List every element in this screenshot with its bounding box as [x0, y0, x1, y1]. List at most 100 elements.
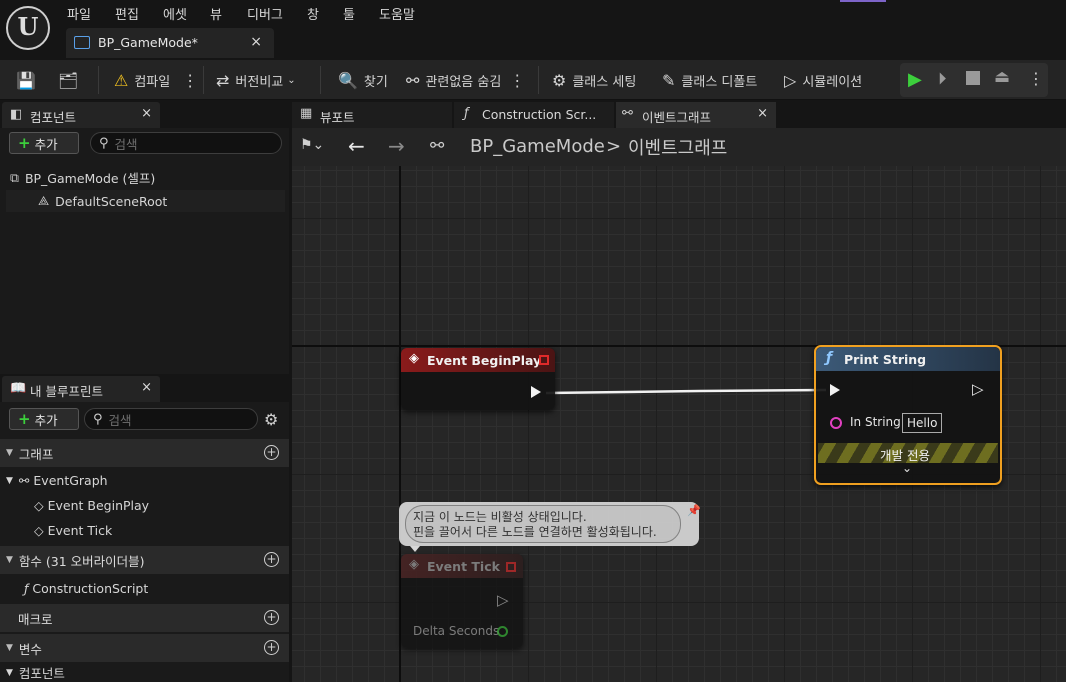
tab-construction-script[interactable]: ƒ Construction Scr...: [454, 102, 614, 128]
add-component-button[interactable]: + 추가: [9, 132, 79, 154]
tab-event-graph[interactable]: ⚯ 이벤트그래프 ×: [616, 102, 776, 128]
event-graph-canvas[interactable]: ◈ Event BeginPlay ƒ Print String ▷ In St…: [292, 166, 1066, 682]
add-label: 추가: [34, 136, 58, 152]
tree-item-begin-play[interactable]: ◇ Event BeginPlay: [34, 498, 149, 513]
more-icon[interactable]: ⋮: [182, 71, 198, 90]
add-button[interactable]: + 추가: [9, 408, 79, 430]
save-button[interactable]: 💾: [16, 60, 42, 100]
float-pin-icon[interactable]: [497, 626, 508, 637]
event-diamond-icon: ◇: [34, 523, 44, 538]
diff-icon: ⇄: [216, 70, 230, 90]
section-label: 컴포넌트: [18, 666, 65, 681]
hide-unrelated-button[interactable]: ⚯ 관련없음 숨김 ⋮: [406, 60, 525, 100]
section-functions[interactable]: ▼ 함수 (31 오버라이더블) +: [0, 546, 289, 574]
breadcrumb-asset[interactable]: BP_GameMode: [470, 136, 605, 157]
close-icon[interactable]: ×: [141, 106, 152, 121]
inactive-node-comment: 지금 이 노드는 비활성 상태입니다. 핀을 끌어서 다른 노드를 연결하면 활…: [399, 502, 701, 546]
tree-item-self[interactable]: ⧉ BP_GameMode (셀프): [10, 168, 155, 187]
compile-label: 컴파일: [134, 74, 171, 90]
tree-item-construction-script[interactable]: ƒ ConstructionScript: [24, 581, 148, 596]
menu-edit[interactable]: 편집: [115, 4, 139, 23]
comment-tail: [410, 546, 420, 552]
breadcrumb-graph[interactable]: 이벤트그래프: [628, 134, 727, 160]
stop-icon[interactable]: [966, 71, 980, 85]
menu-window[interactable]: 창: [307, 4, 319, 23]
toolbar-divider: [320, 66, 321, 94]
node-header: ◈ Event Tick: [401, 554, 523, 578]
tree-item-event-graph[interactable]: ▼ ⚯ EventGraph: [6, 473, 108, 488]
search-icon: ⚲: [93, 411, 103, 427]
gear-icon[interactable]: ⚙: [264, 410, 278, 429]
tree-item-default-scene-root[interactable]: ⟁ DefaultSceneRoot: [6, 190, 285, 212]
menu-help[interactable]: 도움말: [379, 4, 415, 23]
tree-item-tick[interactable]: ◇ Event Tick: [34, 523, 112, 538]
in-string-input[interactable]: Hello: [902, 413, 943, 433]
menu-asset[interactable]: 에셋: [163, 4, 187, 23]
close-icon[interactable]: ×: [757, 106, 768, 121]
unreal-logo-icon[interactable]: U: [6, 6, 50, 50]
find-button[interactable]: 🔍 찾기: [338, 60, 388, 100]
section-components[interactable]: ▼ 컴포넌트: [6, 663, 65, 682]
menu-file[interactable]: 파일: [67, 4, 91, 23]
back-arrow-icon[interactable]: ←: [348, 134, 365, 158]
tree-item-label: DefaultSceneRoot: [55, 193, 168, 209]
more-icon[interactable]: ⋮: [509, 71, 525, 90]
add-circle-icon[interactable]: +: [264, 445, 279, 460]
menu-bar: U 파일 편집 에셋 뷰 디버그 창 툴 도움말 BP_GameMode* ×: [0, 0, 1066, 60]
event-diamond-icon: ◈: [409, 557, 419, 572]
graph-icon: ⚯: [18, 473, 30, 488]
menu-tools[interactable]: 툴: [343, 4, 355, 23]
class-settings-label: 클래스 세팅: [572, 74, 637, 90]
tab-viewport[interactable]: ▦ 뷰포트: [292, 102, 452, 128]
tab-my-blueprint[interactable]: 📖 내 블루프린트 ×: [2, 376, 160, 402]
pin-icon[interactable]: 📌: [687, 504, 701, 517]
simulation-icon: ▷: [784, 70, 797, 90]
close-icon[interactable]: ×: [141, 380, 152, 395]
exec-out-pin-icon[interactable]: ▷: [497, 591, 509, 609]
event-diamond-icon: ◈: [409, 351, 419, 366]
document-tab-title: BP_GameMode*: [98, 35, 198, 50]
eject-icon[interactable]: ⏏: [994, 67, 1010, 87]
diff-button[interactable]: ⇄ 버전비교 ⌄: [216, 60, 296, 100]
class-settings-button[interactable]: ⚙ 클래스 세팅: [552, 60, 636, 100]
components-search-input[interactable]: ⚲ 검색: [90, 132, 282, 154]
compile-button[interactable]: ⚠ 컴파일 ⋮: [114, 60, 198, 100]
find-label: 찾기: [363, 74, 388, 90]
section-variables[interactable]: ▼ 변수 +: [0, 634, 289, 662]
tab-components[interactable]: ◧ 컴포넌트 ×: [2, 102, 160, 128]
add-circle-icon[interactable]: +: [264, 552, 279, 567]
bookmark-icon[interactable]: ⚑⌄: [300, 137, 324, 153]
collapse-icon: ▼: [6, 555, 13, 565]
close-icon[interactable]: ×: [250, 34, 262, 50]
exec-out-pin[interactable]: [531, 386, 541, 398]
delegate-pin-icon[interactable]: [506, 562, 516, 572]
expand-chevron-icon[interactable]: ⌄: [902, 461, 912, 475]
node-event-tick[interactable]: ◈ Event Tick ▷ Delta Seconds: [401, 554, 523, 648]
graph-tabbar: ▦ 뷰포트 ƒ Construction Scr... ⚯ 이벤트그래프 ×: [292, 102, 1066, 128]
browse-button[interactable]: 🗂: [58, 60, 84, 100]
add-circle-icon[interactable]: +: [264, 640, 279, 655]
delegate-pin-icon[interactable]: [539, 355, 549, 365]
forward-arrow-icon[interactable]: →: [388, 134, 405, 158]
menu-view[interactable]: 뷰: [210, 4, 222, 23]
blueprint-search-input[interactable]: ⚲ 검색: [84, 408, 258, 430]
more-icon[interactable]: ⋮: [1028, 69, 1044, 88]
section-graphs[interactable]: ▼ 그래프 +: [0, 439, 289, 467]
node-event-beginplay[interactable]: ◈ Event BeginPlay: [401, 348, 555, 410]
section-macros[interactable]: 매크로 +: [0, 604, 289, 632]
section-label: 매크로: [18, 611, 53, 627]
search-icon: ⚲: [99, 135, 109, 151]
play-icon[interactable]: ▶: [908, 69, 922, 90]
document-tab[interactable]: BP_GameMode* ×: [66, 28, 274, 58]
node-print-string[interactable]: ƒ Print String ▷ In String Hello 개발 전용 ⌄: [814, 345, 1002, 485]
class-defaults-button[interactable]: ✎ 클래스 디폴트: [662, 60, 757, 100]
exec-in-pin[interactable]: [830, 384, 840, 396]
scene-component-icon: ⟁: [38, 193, 50, 208]
add-circle-icon[interactable]: +: [264, 610, 279, 625]
string-pin-icon[interactable]: [830, 417, 842, 429]
exec-out-pin-icon: ▷: [972, 380, 984, 398]
collapse-icon: ▼: [6, 643, 13, 653]
step-icon[interactable]: ⏵: [938, 69, 947, 89]
menu-debug[interactable]: 디버그: [247, 4, 283, 23]
simulation-button[interactable]: ▷ 시뮬레이션: [784, 60, 862, 100]
